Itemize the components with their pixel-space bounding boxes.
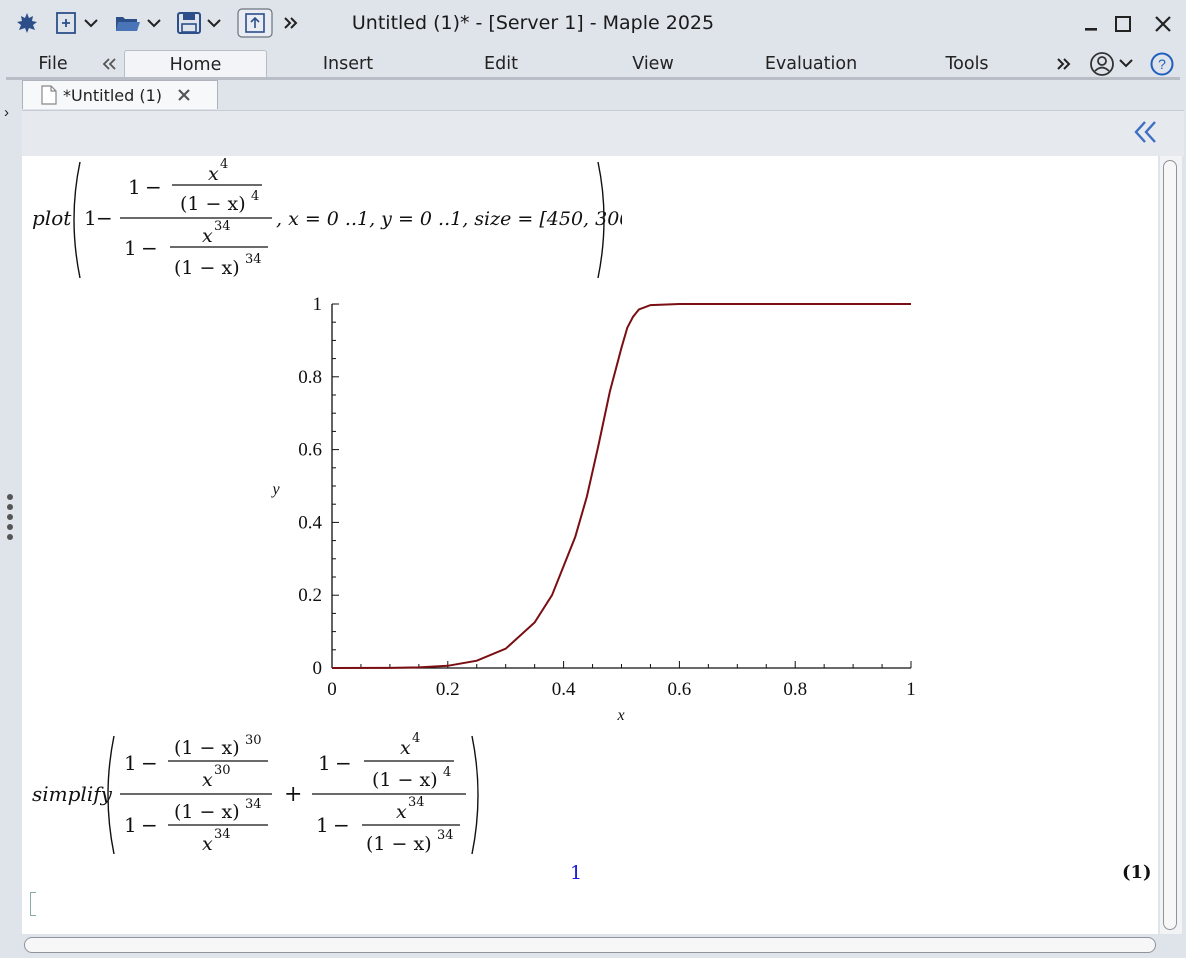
horizontal-scrollbar[interactable] (24, 937, 1156, 953)
plot-ticks: 0 0.2 0.4 0.6 0.8 1 0 0.2 0.4 0.6 0.8 1 (298, 294, 916, 700)
tab-file[interactable]: File (30, 50, 76, 78)
y-tick-label: 0.4 (298, 512, 322, 533)
svg-text:x: x (202, 225, 213, 247)
document-tab-label: *Untitled (1) (63, 85, 163, 105)
svg-text:(1 − x): (1 − x) (180, 193, 246, 215)
minimize-icon (1085, 28, 1097, 31)
minimize-button[interactable] (1077, 10, 1105, 38)
svg-text:1: 1 (124, 751, 137, 775)
x-tick-label: 0 (327, 679, 337, 700)
window-title: Untitled (1)* - [Server 1] - Maple 2025 (351, 12, 715, 34)
svg-text:1: 1 (128, 175, 141, 199)
svg-text:30: 30 (245, 733, 262, 748)
close-tab-icon[interactable] (176, 87, 192, 103)
svg-text:4: 4 (251, 189, 259, 204)
y-axis-label: y (270, 481, 280, 498)
close-button[interactable] (1149, 10, 1177, 38)
svg-text:x: x (400, 737, 411, 759)
svg-text:x: x (208, 163, 219, 185)
more-tabs-button[interactable] (1052, 50, 1076, 78)
svg-text:1: 1 (316, 813, 329, 837)
plot-func-name: plot (32, 206, 72, 230)
tab-edit[interactable]: Edit (470, 50, 532, 78)
tab-evaluation[interactable]: Evaluation (758, 50, 864, 78)
svg-text:1: 1 (318, 751, 331, 775)
maximize-button[interactable] (1109, 10, 1137, 38)
svg-text:−: − (141, 813, 158, 837)
plot-axes (331, 304, 911, 669)
svg-text:(1 − x): (1 − x) (174, 257, 240, 279)
chevron-double-left-icon (102, 58, 116, 70)
svg-text:(1 − x): (1 − x) (372, 769, 438, 791)
plot-arguments: , x = 0 ..1, y = 0 ..1, size = [450, 300… (276, 208, 622, 230)
svg-text:4: 4 (412, 731, 420, 746)
svg-text:1: 1 (124, 813, 137, 837)
svg-text:x: x (202, 833, 213, 855)
output-value: 1 (570, 862, 583, 884)
y-tick-label: 0.2 (298, 585, 322, 606)
svg-text:−: − (141, 751, 158, 775)
svg-text:4: 4 (443, 765, 451, 780)
y-tick-label: 0.6 (298, 440, 322, 461)
svg-text:−: − (333, 813, 350, 837)
vertical-scrollbar[interactable] (1163, 160, 1177, 930)
svg-text:−: − (141, 236, 158, 260)
help-button[interactable]: ? (1148, 50, 1176, 78)
svg-text:34: 34 (245, 252, 262, 267)
tab-tools[interactable]: Tools (934, 50, 1000, 78)
x-tick-label: 0.6 (668, 679, 692, 700)
y-tick-label: 0 (313, 658, 323, 679)
chevron-double-right-icon (1057, 58, 1071, 70)
svg-text:1: 1 (124, 236, 137, 260)
svg-text:−: − (96, 206, 113, 230)
tab-insert[interactable]: Insert (308, 50, 388, 78)
svg-text:(1 − x): (1 − x) (366, 833, 432, 855)
input-cursor[interactable] (30, 892, 36, 916)
svg-text:x: x (202, 769, 213, 791)
svg-text:34: 34 (214, 219, 231, 234)
account-button[interactable] (1088, 50, 1140, 78)
x-tick-label: 1 (906, 679, 916, 700)
x-tick-label: 0.2 (436, 679, 460, 700)
maple-window: Untitled (1)* - [Server 1] - Maple 2025 … (0, 0, 1186, 958)
document-icon (41, 85, 57, 105)
context-panel-area (22, 110, 1184, 156)
svg-text:34: 34 (437, 828, 454, 843)
svg-text:−: − (145, 175, 162, 199)
svg-text:−: − (335, 751, 352, 775)
y-tick-label: 1 (313, 294, 323, 315)
x-axis-label: x (616, 707, 624, 724)
svg-text:34: 34 (408, 795, 425, 810)
y-tick-label: 0.8 (298, 367, 322, 388)
svg-text:1: 1 (84, 206, 97, 230)
tab-view[interactable]: View (620, 50, 686, 78)
svg-text:4: 4 (220, 157, 228, 172)
close-icon (1155, 16, 1171, 32)
svg-text:?: ? (1158, 56, 1166, 72)
svg-text:(1 − x): (1 − x) (174, 801, 240, 823)
tab-home[interactable]: Home (124, 50, 267, 78)
svg-text:30: 30 (214, 763, 231, 778)
equation-label: (1) (1122, 862, 1152, 883)
simplify-command-input[interactable]: simplify 1 − (1 − x) 30 x 30 1 − (1 − x)… (22, 730, 502, 860)
document-tab[interactable]: *Untitled (1) (22, 80, 218, 109)
svg-text:34: 34 (245, 797, 262, 812)
svg-text:(1 − x): (1 − x) (174, 737, 240, 759)
maximize-icon (1115, 16, 1131, 32)
x-tick-label: 0.8 (783, 679, 807, 700)
ribbon-tab-bar: File Home Insert Edit View Evaluation To… (0, 46, 1186, 78)
x-tick-label: 0.4 (552, 679, 576, 700)
plot-figure[interactable]: 0 0.2 0.4 0.6 0.8 1 0 0.2 0.4 0.6 0.8 1 x y (260, 290, 940, 730)
help-icon: ? (1150, 52, 1174, 76)
chevron-double-left-icon[interactable] (1132, 119, 1160, 145)
svg-text:x: x (396, 801, 407, 823)
user-account-icon (1090, 52, 1133, 76)
simplify-func-name: simplify (32, 782, 113, 806)
svg-text:34: 34 (214, 827, 231, 842)
plot-command-input[interactable]: plot 1 − 1 − x 4 (1 − x) 4 1 − x 34 (1 −… (22, 156, 622, 286)
svg-text:+: + (284, 782, 302, 807)
ribbon-collapse-button[interactable] (96, 50, 122, 78)
plot-curve (331, 303, 911, 669)
title-bar: Untitled (1)* - [Server 1] - Maple 2025 (0, 0, 1186, 46)
